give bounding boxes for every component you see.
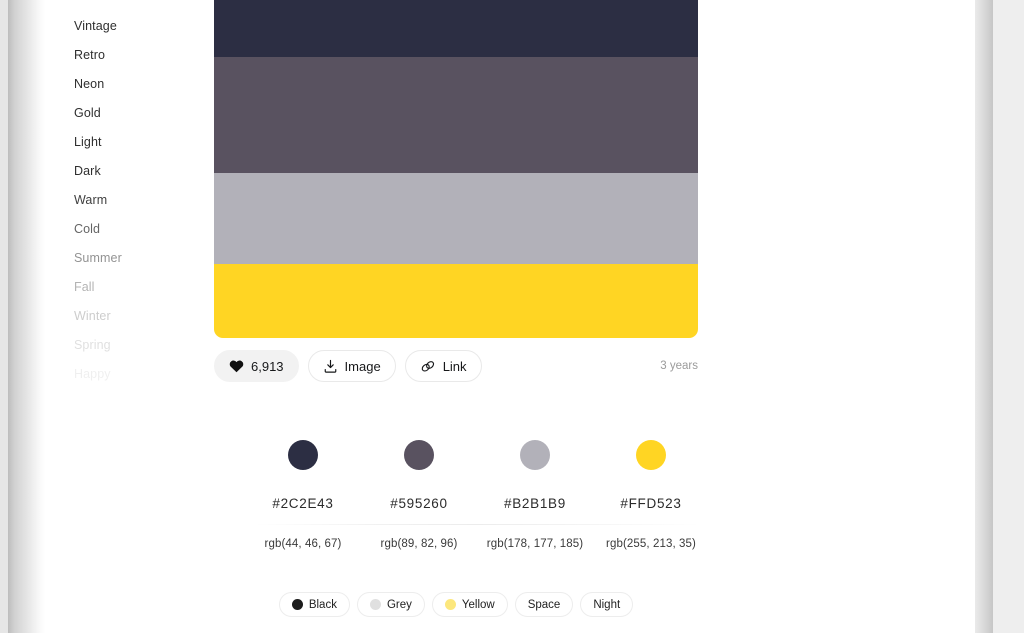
sidebar-item-light[interactable]: Light	[74, 128, 194, 157]
swatch-rgb-value[interactable]: rgb(255, 213, 35)	[593, 538, 709, 550]
palette-preview-bar[interactable]	[214, 0, 698, 338]
swatch-rgb-row: rgb(44, 46, 67) rgb(89, 82, 96) rgb(178, 1…	[245, 525, 709, 550]
swatch-column	[361, 440, 477, 470]
sidebar-item-gold[interactable]: Gold	[74, 99, 194, 128]
swatch-column: rgb(44, 46, 67)	[245, 525, 361, 550]
page-content: Vintage Retro Neon Gold Light Dark Warm Cold Sum…	[45, 0, 975, 633]
sidebar-item-summer[interactable]: Summer	[74, 244, 194, 273]
swatch-column	[593, 440, 709, 470]
created-time-ago: 3 years	[660, 360, 698, 372]
sidebar-item-spring[interactable]: Spring	[74, 331, 194, 360]
swatch-rgb-value[interactable]: rgb(178, 177, 185)	[477, 538, 593, 550]
tag-chip-space[interactable]: Space	[514, 592, 574, 617]
band-light-grey[interactable]	[214, 173, 698, 264]
tag-chip-night[interactable]: Night	[580, 592, 634, 617]
tag-chip-grey[interactable]: Grey	[356, 592, 425, 617]
swatch-column	[477, 440, 593, 470]
swatch-column: #B2B1B9	[477, 470, 593, 511]
swatch-column: rgb(89, 82, 96)	[361, 525, 477, 550]
swatch-dot-row	[245, 440, 709, 470]
tag-color-dot	[444, 599, 456, 610]
swatch-hex-value[interactable]: #B2B1B9	[477, 496, 593, 511]
swatch-column: rgb(178, 177, 185)	[477, 525, 593, 550]
download-icon	[323, 359, 338, 374]
swatch-color-dot[interactable]	[288, 440, 318, 470]
tag-label: Grey	[386, 598, 412, 611]
swatch-hex-value[interactable]: #595260	[361, 496, 477, 511]
swatch-column: #FFD523	[593, 470, 709, 511]
sidebar-item-winter[interactable]: Winter	[74, 302, 194, 331]
swatch-column: #2C2E43	[245, 470, 361, 511]
swatch-column	[245, 440, 361, 470]
copy-link-button[interactable]: Link	[404, 350, 482, 382]
tag-color-dot	[369, 599, 381, 610]
sidebar-item-happy[interactable]: Happy	[74, 360, 194, 389]
band-dark-navy[interactable]	[214, 0, 698, 57]
swatch-rgb-value[interactable]: rgb(44, 46, 67)	[245, 538, 361, 550]
tag-chip-row: Black Grey Yellow Space Night	[214, 592, 698, 617]
swatch-detail-grid: #2C2E43 #595260 #B2B1B9 #FFD523 rgb(44, 46,…	[245, 440, 709, 550]
app-window: Vintage Retro Neon Gold Light Dark Warm Cold Sum…	[0, 0, 1024, 633]
swatch-hex-value[interactable]: #FFD523	[593, 496, 709, 511]
swatch-rgb-value[interactable]: rgb(89, 82, 96)	[361, 538, 477, 550]
page-shadow-left	[8, 0, 46, 633]
swatch-color-dot[interactable]	[520, 440, 550, 470]
heart-icon	[229, 359, 244, 373]
sidebar-item-dark[interactable]: Dark	[74, 157, 194, 186]
sidebar-item-neon[interactable]: Neon	[74, 70, 194, 99]
download-image-label: Image	[344, 358, 381, 374]
backdrop-right-strip	[993, 0, 1024, 633]
swatch-hex-row: #2C2E43 #595260 #B2B1B9 #FFD523	[245, 470, 709, 511]
band-yellow[interactable]	[214, 264, 698, 338]
sidebar-item-retro[interactable]: Retro	[74, 41, 194, 70]
swatch-color-dot[interactable]	[636, 440, 666, 470]
link-icon	[420, 359, 436, 374]
swatch-column: #595260	[361, 470, 477, 511]
sidebar-item-vintage[interactable]: Vintage	[74, 12, 194, 41]
swatch-column: rgb(255, 213, 35)	[593, 525, 709, 550]
swatch-hex-value[interactable]: #2C2E43	[245, 496, 361, 511]
like-count: 6,913	[251, 358, 284, 374]
palette-action-toolbar: 6,913 Image Link 3 years	[214, 350, 698, 382]
tag-label: Space	[527, 598, 561, 611]
copy-link-label: Link	[442, 358, 467, 374]
swatch-color-dot[interactable]	[404, 440, 434, 470]
band-grey-plum[interactable]	[214, 57, 698, 173]
tag-label: Night	[593, 598, 621, 611]
like-button[interactable]: 6,913	[214, 350, 299, 382]
category-sidebar: Vintage Retro Neon Gold Light Dark Warm Cold Sum…	[74, 0, 194, 389]
tag-chip-yellow[interactable]: Yellow	[431, 592, 508, 617]
tag-color-dot	[291, 599, 303, 610]
sidebar-item-fall[interactable]: Fall	[74, 273, 194, 302]
download-image-button[interactable]: Image	[307, 350, 396, 382]
sidebar-item-cold[interactable]: Cold	[74, 215, 194, 244]
tag-label: Yellow	[461, 598, 495, 611]
sidebar-item-warm[interactable]: Warm	[74, 186, 194, 215]
tag-label: Black	[308, 598, 337, 611]
tag-chip-black[interactable]: Black	[278, 592, 350, 617]
